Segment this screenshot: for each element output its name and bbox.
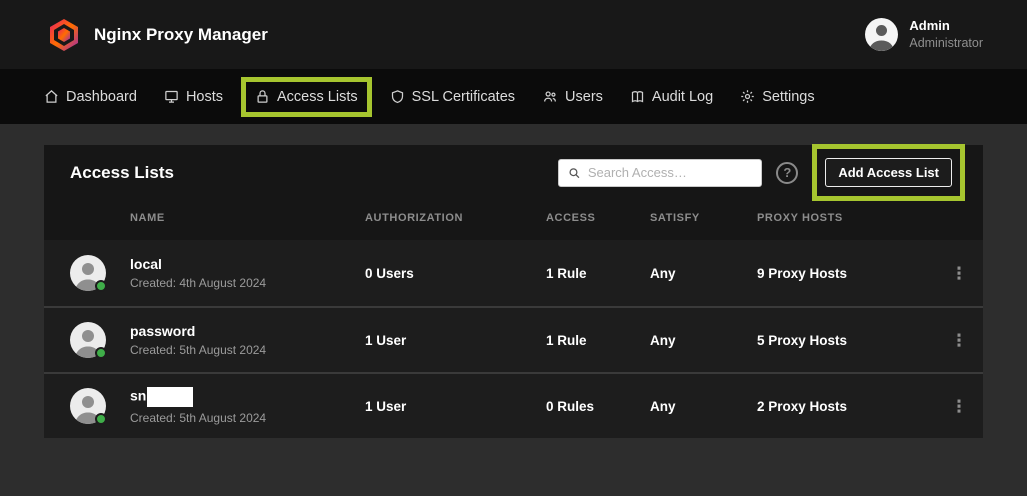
authorization-value: 1 User — [365, 333, 546, 348]
book-icon — [630, 89, 645, 104]
person-icon — [865, 18, 898, 51]
nav-item-audit-log[interactable]: Audit Log — [630, 89, 713, 105]
search-box[interactable] — [558, 159, 762, 187]
app-title: Nginx Proxy Manager — [94, 25, 268, 45]
page-title: Access Lists — [70, 163, 174, 183]
users-icon — [542, 89, 558, 104]
access-list-name: password — [130, 323, 365, 339]
search-input[interactable] — [588, 165, 752, 180]
access-value: 1 Rule — [546, 266, 650, 281]
nav-item-dashboard[interactable]: Dashboard — [44, 89, 137, 105]
gear-icon — [740, 89, 755, 104]
satisfy-value: Any — [650, 333, 757, 348]
nav-item-access-lists[interactable]: Access Lists — [255, 89, 358, 105]
lock-icon — [255, 89, 270, 104]
proxy-hosts-value: 9 Proxy Hosts — [757, 266, 935, 281]
nav-item-ssl-certificates[interactable]: SSL Certificates — [390, 89, 515, 105]
kebab-menu-icon[interactable]: ⋮ — [935, 398, 983, 415]
authorization-value: 0 Users — [365, 266, 546, 281]
table-row[interactable]: local Created: 4th August 2024 0 Users 1… — [44, 240, 983, 306]
created-date: Created: 4th August 2024 — [130, 276, 365, 290]
access-value: 0 Rules — [546, 399, 650, 414]
annotation-highlight-access-lists: Access Lists — [241, 77, 372, 117]
created-date: Created: 5th August 2024 — [130, 343, 365, 357]
col-header-name: NAME — [130, 212, 365, 224]
access-list-name: sn — [130, 387, 365, 407]
help-icon[interactable]: ? — [776, 162, 798, 184]
created-date: Created: 5th August 2024 — [130, 411, 365, 425]
proxy-hosts-value: 5 Proxy Hosts — [757, 333, 935, 348]
annotation-highlight-add-button: Add Access List — [812, 144, 965, 201]
user-name: Admin — [909, 18, 983, 35]
status-dot-icon — [95, 280, 107, 292]
satisfy-value: Any — [650, 399, 757, 414]
table-row[interactable]: sn Created: 5th August 2024 1 User 0 Rul… — [44, 372, 983, 438]
nav-item-hosts[interactable]: Hosts — [164, 89, 223, 105]
main-nav: Dashboard Hosts Access Lists SSL Certifi… — [0, 69, 1027, 124]
access-value: 1 Rule — [546, 333, 650, 348]
kebab-menu-icon[interactable]: ⋮ — [935, 332, 983, 349]
nav-item-users[interactable]: Users — [542, 89, 603, 105]
access-list-name: local — [130, 256, 365, 272]
add-access-list-button[interactable]: Add Access List — [825, 158, 952, 187]
search-icon — [568, 166, 581, 180]
avatar — [70, 322, 106, 358]
app-logo-icon — [48, 18, 80, 52]
nav-item-settings[interactable]: Settings — [740, 89, 814, 105]
monitor-icon — [164, 89, 179, 104]
proxy-hosts-value: 2 Proxy Hosts — [757, 399, 935, 414]
avatar — [70, 255, 106, 291]
shield-icon — [390, 89, 405, 104]
access-lists-card: Access Lists ? Add Access List NAME AUTH… — [44, 145, 983, 438]
col-header-authorization: AUTHORIZATION — [365, 212, 546, 224]
table-row[interactable]: password Created: 5th August 2024 1 User… — [44, 306, 983, 372]
user-role: Administrator — [909, 35, 983, 51]
status-dot-icon — [95, 413, 107, 425]
redaction-box — [147, 387, 193, 407]
col-header-access: ACCESS — [546, 212, 650, 224]
top-bar: Nginx Proxy Manager Admin Administrator — [0, 0, 1027, 69]
col-header-proxy-hosts: PROXY HOSTS — [757, 212, 935, 224]
authorization-value: 1 User — [365, 399, 546, 414]
status-dot-icon — [95, 347, 107, 359]
user-menu[interactable]: Admin Administrator — [865, 18, 983, 51]
card-header: Access Lists ? Add Access List — [44, 145, 983, 200]
user-avatar[interactable] — [865, 18, 898, 51]
avatar — [70, 388, 106, 424]
satisfy-value: Any — [650, 266, 757, 281]
home-icon — [44, 89, 59, 104]
col-header-satisfy: SATISFY — [650, 212, 757, 224]
kebab-menu-icon[interactable]: ⋮ — [935, 265, 983, 282]
table-header: NAME AUTHORIZATION ACCESS SATISFY PROXY … — [44, 200, 983, 240]
